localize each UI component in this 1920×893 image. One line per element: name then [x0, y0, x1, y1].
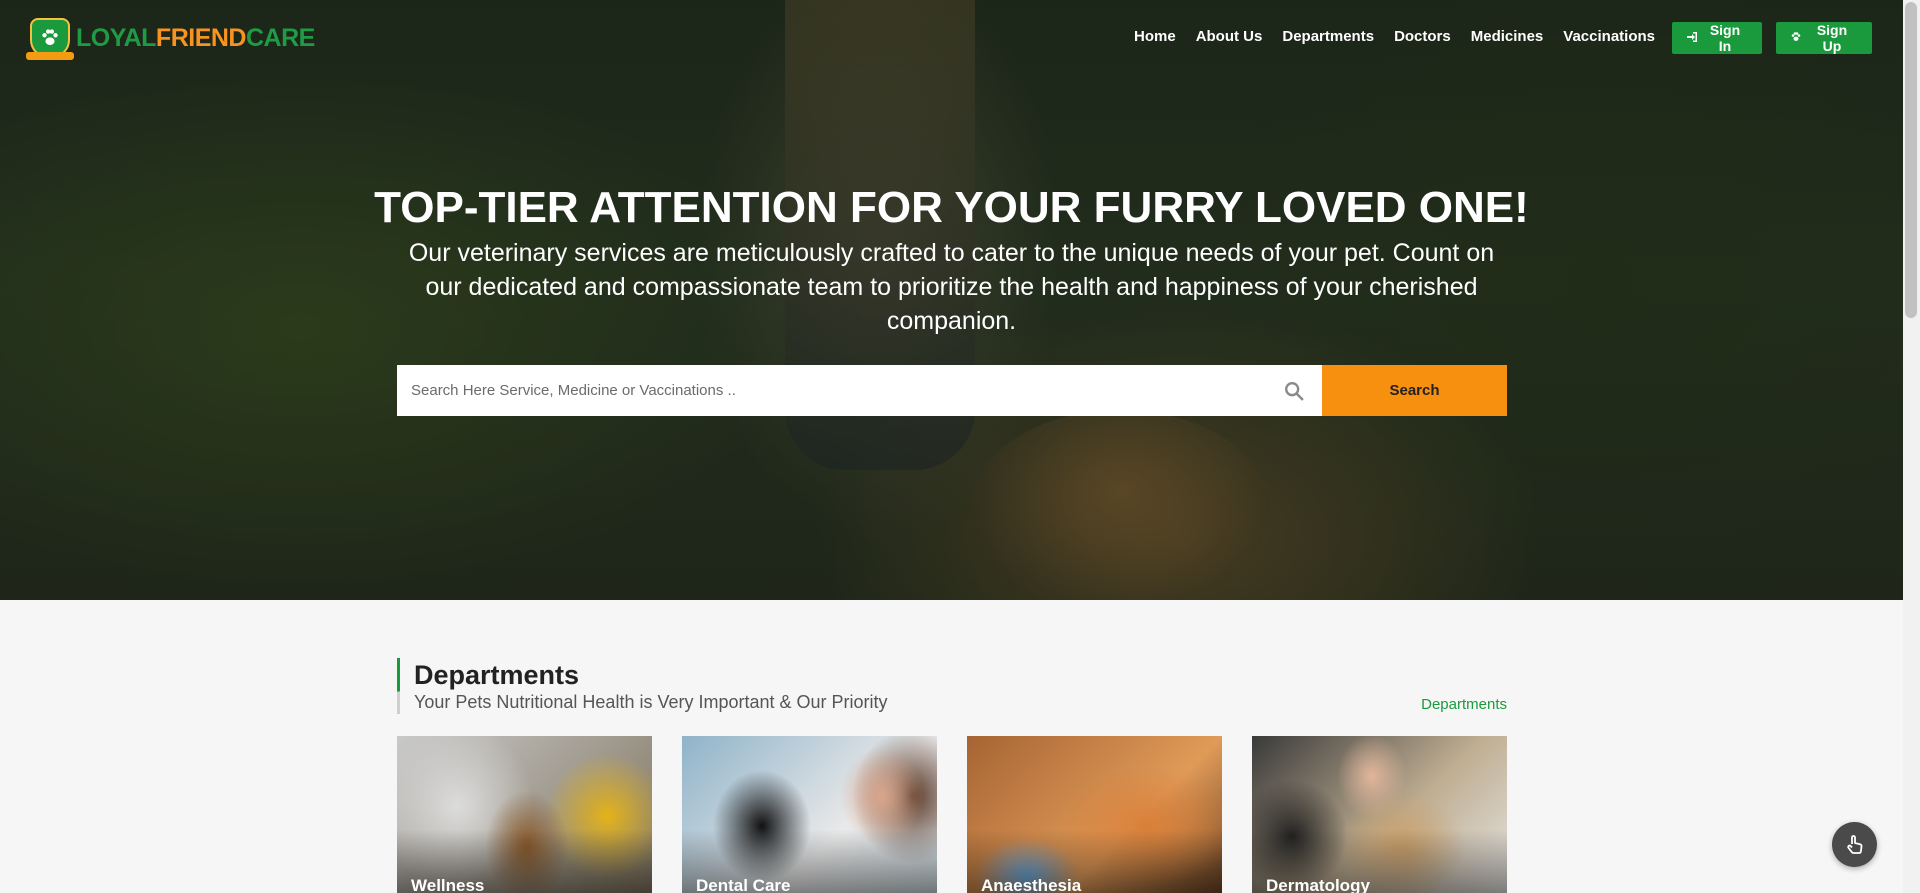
nav-item-vaccinations[interactable]: Vaccinations	[1563, 28, 1655, 45]
department-card-dermatology[interactable]: Dermatology	[1252, 736, 1507, 893]
section-accent-bar	[397, 658, 400, 714]
paw-icon	[1790, 31, 1802, 46]
paw-icon	[26, 18, 74, 60]
sign-in-button[interactable]: Sign In	[1672, 22, 1762, 54]
sign-in-icon	[1686, 31, 1698, 46]
search-bar: Search	[397, 365, 1507, 416]
search-input[interactable]	[397, 365, 1322, 416]
department-card-dental-care[interactable]: Dental Care	[682, 736, 937, 893]
department-cards: Wellness Dental Care Anaesthesia Dermato…	[397, 736, 1507, 893]
hero-title: TOP-TIER ATTENTION FOR YOUR FURRY LOVED …	[374, 183, 1529, 232]
search-icon[interactable]	[1283, 380, 1305, 402]
card-label: Anaesthesia	[981, 876, 1082, 893]
departments-link[interactable]: Departments	[1421, 696, 1507, 713]
logo-text: LOYALFRIENDCARE	[76, 23, 315, 52]
site-logo[interactable]: LOYALFRIENDCARE	[26, 18, 315, 60]
main-nav: Home About Us Departments Doctors Medici…	[1114, 28, 1655, 45]
search-button[interactable]: Search	[1322, 365, 1507, 416]
department-card-wellness[interactable]: Wellness	[397, 736, 652, 893]
sign-up-button[interactable]: Sign Up	[1776, 22, 1872, 54]
nav-item-home[interactable]: Home	[1134, 28, 1176, 45]
card-label: Wellness	[411, 876, 485, 893]
card-label: Dermatology	[1266, 876, 1370, 893]
scrollbar-thumb[interactable]	[1905, 2, 1917, 318]
nav-item-doctors[interactable]: Doctors	[1394, 28, 1451, 45]
nav-item-about-us[interactable]: About Us	[1196, 28, 1263, 45]
hand-pointer-icon[interactable]	[1832, 822, 1877, 867]
nav-item-medicines[interactable]: Medicines	[1471, 28, 1544, 45]
department-card-anaesthesia[interactable]: Anaesthesia	[967, 736, 1222, 893]
card-label: Dental Care	[696, 876, 791, 893]
section-subtitle: Your Pets Nutritional Health is Very Imp…	[414, 692, 888, 712]
section-title: Departments	[414, 660, 580, 690]
hero-subtitle: Our veterinary services are meticulously…	[408, 239, 1495, 335]
nav-item-departments[interactable]: Departments	[1282, 28, 1374, 45]
